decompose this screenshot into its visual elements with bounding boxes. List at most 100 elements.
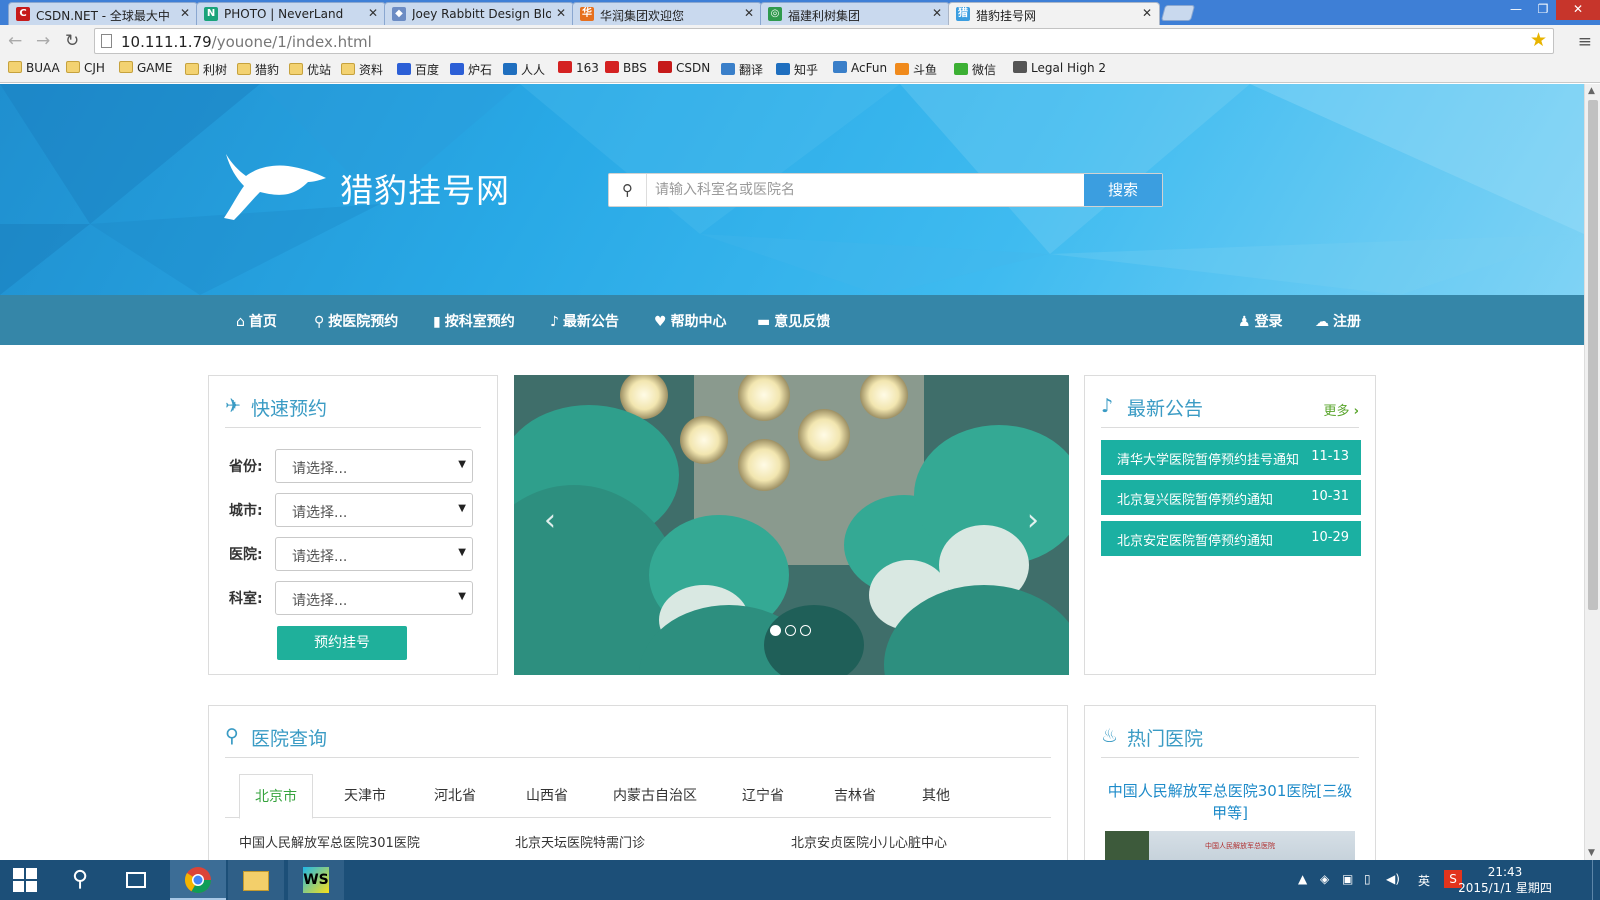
tab-jilin[interactable]: 吉林省 xyxy=(815,774,895,818)
bookmark-star-icon[interactable]: ★ xyxy=(1530,29,1547,51)
bookmark-item[interactable]: Legal High 2 xyxy=(1013,61,1106,75)
city-select[interactable]: 请选择... ▼ xyxy=(275,493,473,527)
browser-tab[interactable]: ◎ 福建利树集团 ✕ xyxy=(760,2,950,25)
search-button[interactable]: 搜索 xyxy=(1084,174,1162,206)
bookmark-item[interactable]: 斗鱼 xyxy=(895,61,937,78)
explorer-taskbar-button[interactable] xyxy=(228,860,284,900)
carousel-dot[interactable] xyxy=(770,625,781,636)
tray-app-icon[interactable]: ◈ xyxy=(1320,872,1329,886)
notice-item[interactable]: 清华大学医院暂停预约挂号通知 11-13 xyxy=(1101,440,1361,475)
hospital-link[interactable]: 北京安贞医院小儿心脏中心 xyxy=(791,832,947,851)
address-bar[interactable]: 10.111.1.79/youone/1/index.html ★ xyxy=(94,28,1554,54)
bookmark-item[interactable]: 163 xyxy=(558,61,599,75)
system-clock[interactable]: 21:43 2015/1/1 星期四 xyxy=(1450,864,1560,896)
tab-neimenggu[interactable]: 内蒙古自治区 xyxy=(599,774,711,818)
tab-shanxi[interactable]: 山西省 xyxy=(507,774,587,818)
book-appointment-button[interactable]: 预约挂号 xyxy=(277,626,407,660)
nav-help[interactable]: ♥ 帮助中心 xyxy=(654,311,727,331)
tab-close-icon[interactable]: ✕ xyxy=(180,6,190,20)
tab-beijing[interactable]: 北京市 xyxy=(239,774,313,819)
notice-item[interactable]: 北京复兴医院暂停预约通知 10-31 xyxy=(1101,480,1361,515)
carousel-next-icon[interactable]: › xyxy=(1027,503,1039,538)
url-text[interactable]: 10.111.1.79/youone/1/index.html xyxy=(121,33,372,51)
bookmark-item[interactable]: 优站 xyxy=(289,61,331,78)
department-select[interactable]: 请选择... ▼ xyxy=(275,581,473,615)
tab-close-icon[interactable]: ✕ xyxy=(1142,6,1152,20)
page-scrollbar[interactable]: ▲ ▼ xyxy=(1584,84,1600,860)
nav-login[interactable]: ♟ 登录 xyxy=(1238,311,1283,331)
bookmark-item[interactable]: CJH xyxy=(66,61,105,75)
tab-liaoning[interactable]: 辽宁省 xyxy=(723,774,803,818)
chrome-taskbar-button[interactable] xyxy=(170,860,226,900)
close-window-button[interactable]: ✕ xyxy=(1556,0,1600,20)
tab-close-icon[interactable]: ✕ xyxy=(556,6,566,20)
hospital-photo[interactable]: 中国人民解放军总医院 xyxy=(1105,831,1355,860)
carousel-dot[interactable] xyxy=(800,625,811,636)
hospital-link[interactable]: 北京天坛医院特需门诊 xyxy=(515,832,645,851)
bookmark-item[interactable]: 人人 xyxy=(503,61,545,78)
nav-register[interactable]: ☁ 注册 xyxy=(1315,311,1361,331)
browser-tab[interactable]: ◆ Joey Rabbitt Design Blo ✕ xyxy=(384,2,574,25)
volume-icon[interactable]: ◀) xyxy=(1386,872,1400,886)
more-link[interactable]: 更多 › xyxy=(1323,400,1359,419)
nav-home[interactable]: ⌂ 首页 xyxy=(236,311,277,331)
browser-tab[interactable]: 华 华润集团欢迎您 ✕ xyxy=(572,2,762,25)
browser-tab[interactable]: C CSDN.NET - 全球最大中 ✕ xyxy=(8,2,198,25)
browser-tab[interactable]: N PHOTO | NeverLand ✕ xyxy=(196,2,386,25)
tab-close-icon[interactable]: ✕ xyxy=(744,6,754,20)
bookmark-item[interactable]: 利树 xyxy=(185,61,227,78)
carousel-prev-icon[interactable]: ‹ xyxy=(544,503,556,538)
restore-button[interactable]: ❐ xyxy=(1530,0,1556,20)
new-tab-button[interactable] xyxy=(1160,5,1196,21)
back-icon[interactable]: ← xyxy=(8,31,22,51)
bookmark-item[interactable]: 微信 xyxy=(954,61,996,78)
carousel-dot[interactable] xyxy=(785,625,796,636)
search-input[interactable] xyxy=(655,180,1075,200)
bookmark-item[interactable]: 猎豹 xyxy=(237,61,279,78)
notice-item[interactable]: 北京安定医院暂停预约通知 10-29 xyxy=(1101,521,1361,556)
bookmark-item[interactable]: GAME xyxy=(119,61,172,75)
scroll-up-icon[interactable]: ▲ xyxy=(1588,86,1595,96)
tray-expand-icon[interactable]: ▲ xyxy=(1298,872,1307,886)
bookmark-item[interactable]: 知乎 xyxy=(776,61,818,78)
scrollbar-thumb[interactable] xyxy=(1588,100,1598,610)
hospital-link[interactable]: 中国人民解放军总医院301医院 xyxy=(239,832,420,851)
ime-indicator[interactable]: 英 xyxy=(1418,872,1430,889)
tab-other[interactable]: 其他 xyxy=(901,774,971,818)
chrome-menu-icon[interactable]: ≡ xyxy=(1578,32,1592,52)
bookmark-item[interactable]: BUAA xyxy=(8,61,60,75)
task-view-button[interactable] xyxy=(112,860,160,900)
province-select[interactable]: 请选择... ▼ xyxy=(275,449,473,483)
minimize-button[interactable]: — xyxy=(1502,0,1530,20)
browser-tab-bar: C CSDN.NET - 全球最大中 ✕ N PHOTO | NeverLand… xyxy=(0,0,1600,25)
site-title[interactable]: 猎豹挂号网 xyxy=(340,164,510,212)
bookmark-item[interactable]: 翻译 xyxy=(721,61,763,78)
show-desktop-button[interactable] xyxy=(1592,860,1600,900)
bookmark-item[interactable]: BBS xyxy=(605,61,647,75)
hospital-select[interactable]: 请选择... ▼ xyxy=(275,537,473,571)
start-button[interactable] xyxy=(0,860,50,900)
nav-notices[interactable]: ♪ 最新公告 xyxy=(550,311,619,331)
bookmark-item[interactable]: AcFun xyxy=(833,61,887,75)
search-icon[interactable]: ⚲ xyxy=(56,860,104,900)
battery-icon[interactable]: ▯ xyxy=(1364,872,1371,886)
reload-icon[interactable]: ↻ xyxy=(65,31,79,51)
nav-by-department[interactable]: ▮ 按科室预约 xyxy=(433,311,515,331)
network-icon[interactable]: ▣ xyxy=(1342,872,1353,886)
bookmark-item[interactable]: CSDN xyxy=(658,61,710,75)
bookmark-item[interactable]: 百度 xyxy=(397,61,439,78)
forward-icon[interactable]: → xyxy=(36,31,50,51)
tab-close-icon[interactable]: ✕ xyxy=(932,6,942,20)
browser-tab-active[interactable]: 猎 猎豹挂号网 ✕ xyxy=(948,2,1160,25)
csdn-icon xyxy=(658,61,672,73)
bookmark-item[interactable]: 资料 xyxy=(341,61,383,78)
bookmark-item[interactable]: 炉石 xyxy=(450,61,492,78)
nav-feedback[interactable]: ▬ 意见反馈 xyxy=(757,311,830,331)
tab-close-icon[interactable]: ✕ xyxy=(368,6,378,20)
tab-tianjin[interactable]: 天津市 xyxy=(325,774,405,818)
scroll-down-icon[interactable]: ▼ xyxy=(1588,848,1595,858)
nav-by-hospital[interactable]: ⚲ 按医院预约 xyxy=(314,311,398,331)
hot-hospital-name[interactable]: 中国人民解放军总医院301医院[三级甲等] xyxy=(1101,780,1359,824)
tab-hebei[interactable]: 河北省 xyxy=(415,774,495,818)
webstorm-taskbar-button[interactable]: WS xyxy=(288,860,344,900)
